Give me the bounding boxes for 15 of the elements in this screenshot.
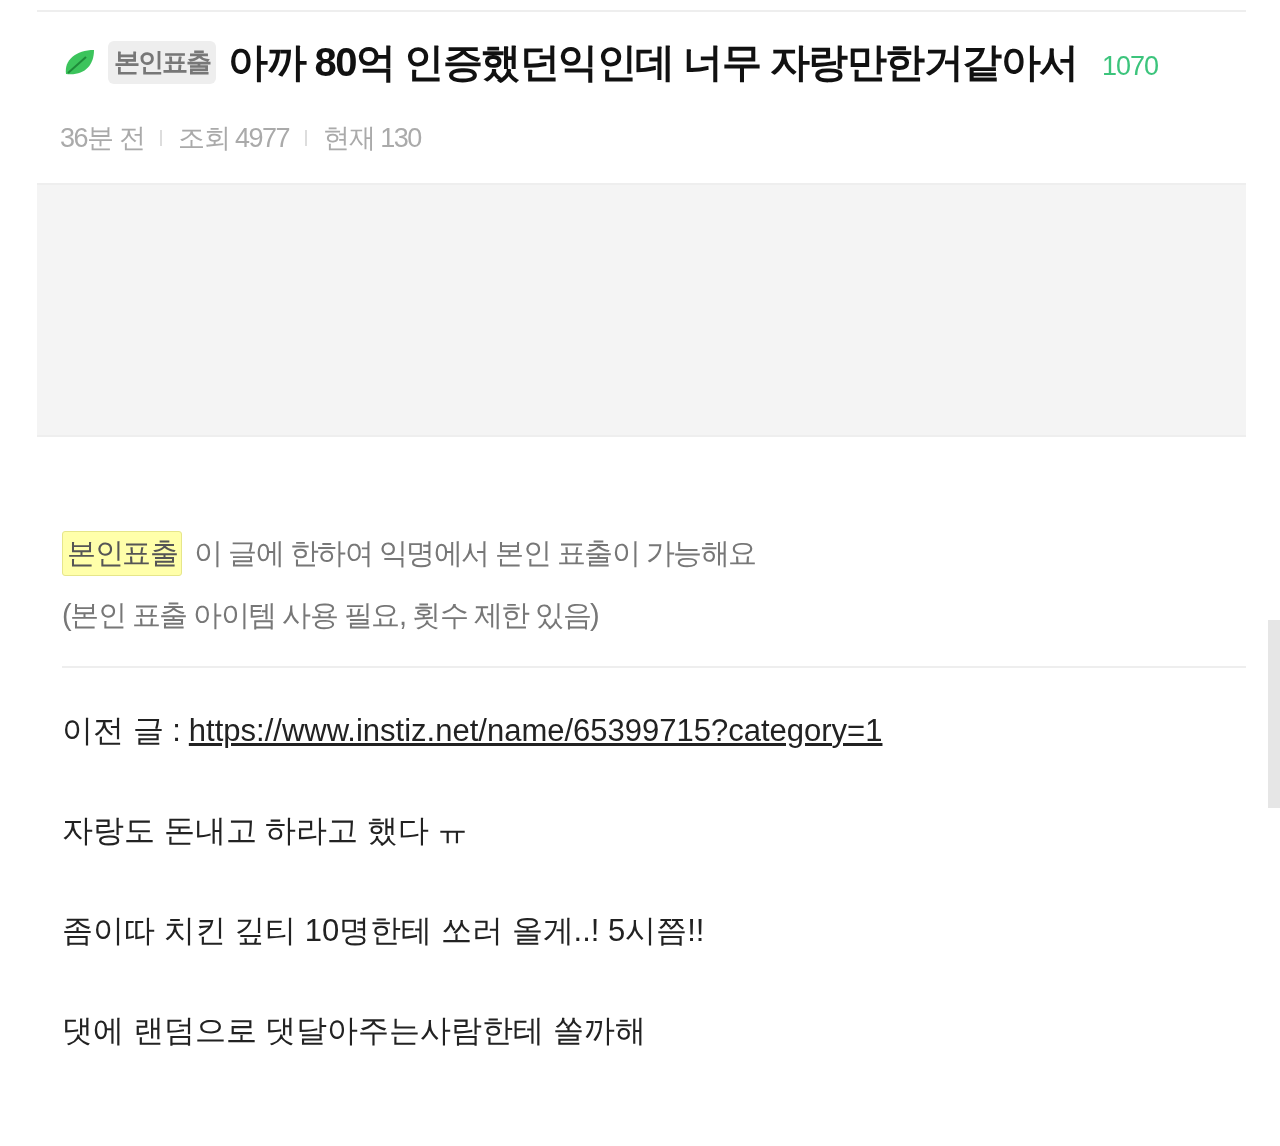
post-badge: 본인표출 xyxy=(108,40,216,84)
body-text: 좀이따 치킨 깊티 10명한테 쏘러 올게..! 5시쯤!! xyxy=(62,911,706,950)
body-text: 자랑도 돈내고 하라고 했다 ㅠ xyxy=(62,811,470,850)
post-title: 아까 80억 인증했던익인데 너무 자랑만한거같아서 xyxy=(228,39,1078,86)
notice-text: 이 글에 한하여 익명에서 본인 표출이 가능해요 xyxy=(194,535,756,571)
body-text: 댓에 랜덤으로 댓달아주는사람한테 쏠까해 xyxy=(62,1011,647,1050)
post-meta: 36분 전 xyxy=(60,122,145,155)
comment-count: 1070 xyxy=(1101,49,1159,83)
post-meta: 조회 4977 xyxy=(178,122,290,155)
notice-subtext: (본인 표출 아이템 사용 필요, 횟수 제한 있음) xyxy=(61,598,600,633)
post-meta: 현재 130 xyxy=(323,122,421,155)
previous-post-link[interactable]: https://www.instiz.net/name/65399715?category=1 xyxy=(188,711,883,750)
notice-tag: 본인표출 xyxy=(62,530,182,576)
scrollbar[interactable] xyxy=(1268,620,1280,808)
previous-post-label: 이전 글 : xyxy=(62,711,181,750)
